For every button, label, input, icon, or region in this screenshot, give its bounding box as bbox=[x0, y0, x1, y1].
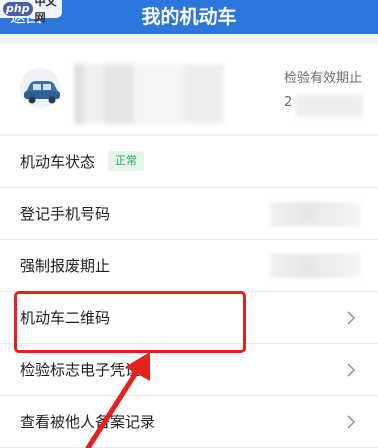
car-icon bbox=[20, 68, 60, 108]
watermark-text: 中文网 bbox=[34, 0, 57, 24]
row-label: 登记手机号码 bbox=[20, 205, 111, 223]
row-label: 查看被他人备案记录 bbox=[20, 413, 156, 431]
scrap-date-redacted bbox=[270, 254, 360, 278]
chevron-right-icon bbox=[347, 311, 356, 325]
top-bar: 返回 我的机动车 php 中文网 bbox=[0, 0, 378, 34]
inspection-value: 2 bbox=[284, 95, 293, 110]
status-badge: 正常 bbox=[108, 151, 144, 171]
row-registered-phone: 登记手机号码 bbox=[0, 188, 378, 240]
chevron-right-icon bbox=[347, 363, 356, 377]
watermark-badge: php bbox=[3, 2, 33, 16]
row-filing-records[interactable]: 查看被他人备案记录 bbox=[0, 396, 378, 448]
my-vehicle-page: 返回 我的机动车 php 中文网 检验有效期止 2 机动车状态 正常 登记手机号… bbox=[0, 0, 378, 448]
row-label: 强制报废期止 bbox=[20, 257, 111, 275]
row-label: 机动车状态 bbox=[20, 153, 96, 171]
inspection-label: 检验有效期止 bbox=[283, 71, 362, 86]
chevron-right-icon bbox=[347, 415, 356, 429]
phone-redacted bbox=[270, 202, 360, 226]
watermark-logo: php 中文网 bbox=[0, 0, 62, 24]
row-scrap-deadline: 强制报废期止 bbox=[0, 240, 378, 292]
inspection-date-redacted bbox=[296, 95, 362, 117]
row-vehicle-status: 机动车状态 正常 bbox=[0, 136, 378, 188]
plate-number-redacted bbox=[74, 64, 224, 124]
annotation-highlight-box bbox=[14, 291, 246, 353]
vehicle-card[interactable]: 检验有效期止 2 bbox=[0, 44, 378, 134]
